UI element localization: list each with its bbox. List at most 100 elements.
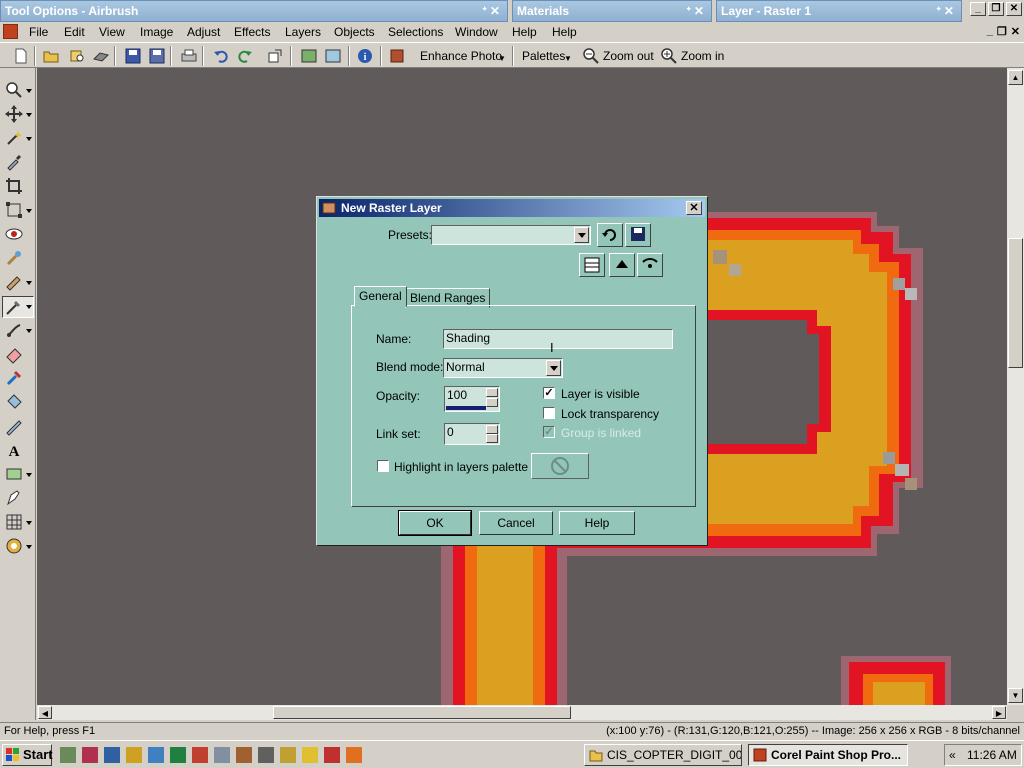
materials-palette-title[interactable]: Materials ᐩ✕ <box>512 0 712 22</box>
scroll-left-icon[interactable]: ◀ <box>38 706 52 719</box>
scan-icon[interactable] <box>92 47 110 65</box>
lock-transparency-checkbox[interactable] <box>543 407 555 419</box>
cancel-button[interactable]: Cancel <box>479 511 553 535</box>
palette-controls-icon[interactable]: ᐩ✕ <box>936 1 957 21</box>
quick-launch-icon-12[interactable] <box>302 747 318 763</box>
minimize-icon[interactable]: _ <box>970 2 986 16</box>
presets-dropdown-arrow-icon[interactable] <box>574 227 589 243</box>
dialog-title-bar[interactable]: New Raster Layer ✕ <box>319 199 705 217</box>
scroll-up-icon[interactable]: ▲ <box>1008 70 1023 85</box>
horizontal-scroll-thumb[interactable] <box>273 706 571 719</box>
zoom-tool-icon[interactable] <box>4 80 24 100</box>
palettes-arrow-icon[interactable]: ▼ <box>564 51 572 67</box>
restore-icon[interactable]: ❐ <box>988 2 1004 16</box>
scroll-down-icon[interactable]: ▼ <box>1008 688 1023 703</box>
print-icon[interactable] <box>180 47 198 65</box>
red-eye-icon[interactable] <box>4 224 24 244</box>
quick-launch-icon-13[interactable] <box>324 747 340 763</box>
close-icon[interactable]: ✕ <box>1006 2 1022 16</box>
layer-visible-checkbox[interactable]: ✓ <box>543 387 555 399</box>
open-folder-icon[interactable] <box>42 47 60 65</box>
enhance-photo-button[interactable]: Enhance Photo <box>420 48 502 64</box>
magic-wand-icon[interactable] <box>4 128 24 148</box>
opacity-input[interactable]: 100 <box>444 386 500 412</box>
quick-launch-icon-7[interactable] <box>192 747 208 763</box>
dialog-close-icon[interactable]: ✕ <box>686 201 702 215</box>
move-tool-icon[interactable] <box>4 104 24 124</box>
menu-edit[interactable]: Edit <box>62 23 87 41</box>
zoom-in-icon[interactable] <box>660 47 678 65</box>
menu-objects[interactable]: Objects <box>332 23 377 41</box>
vertical-scrollbar[interactable]: ▲ ▼ <box>1007 68 1024 705</box>
help-button[interactable]: Help <box>559 511 635 535</box>
blend-mode-dropdown[interactable]: Normal <box>443 358 563 378</box>
quick-launch-icon-11[interactable] <box>280 747 296 763</box>
dropper-icon[interactable] <box>4 152 24 172</box>
zoom-out-button[interactable]: Zoom out <box>603 48 654 64</box>
start-button[interactable]: Start <box>2 744 53 766</box>
adjust-icon[interactable] <box>300 47 318 65</box>
quick-launch-icon-10[interactable] <box>258 747 274 763</box>
vertical-scroll-thumb[interactable] <box>1008 238 1023 368</box>
menu-file[interactable]: File <box>27 23 50 41</box>
doc-restore-icon[interactable]: ❐ <box>997 25 1007 38</box>
menu-adjust[interactable]: Adjust <box>185 23 222 41</box>
clone-brush-icon[interactable] <box>4 248 24 268</box>
menu-help-2[interactable]: Help <box>550 23 579 41</box>
quick-launch-icon-9[interactable] <box>236 747 252 763</box>
horizontal-scrollbar[interactable]: ◀ ▶ <box>37 705 1007 720</box>
text-tool-icon[interactable]: A <box>4 440 24 460</box>
palette-controls-icon[interactable]: ᐩ✕ <box>482 1 503 21</box>
highlight-color-swatch[interactable] <box>531 453 589 479</box>
menu-help[interactable]: Help <box>510 23 539 41</box>
quick-launch-icon-2[interactable] <box>82 747 98 763</box>
browse-icon[interactable] <box>68 47 86 65</box>
effects-browser-icon[interactable] <box>324 47 342 65</box>
link-set-input[interactable]: 0 <box>444 423 500 445</box>
save-preset-button[interactable] <box>625 223 651 247</box>
doc-minimize-icon[interactable]: _ <box>987 25 993 38</box>
quick-launch-icon-14[interactable] <box>346 747 362 763</box>
menu-selections[interactable]: Selections <box>386 23 445 41</box>
proof-button[interactable] <box>609 253 635 277</box>
menu-window[interactable]: Window <box>453 23 500 41</box>
zoom-in-button[interactable]: Zoom in <box>681 48 724 64</box>
opacity-up-icon[interactable] <box>486 388 498 397</box>
opacity-down-icon[interactable] <box>486 398 498 407</box>
layout-button[interactable] <box>579 253 605 277</box>
eraser-icon[interactable] <box>4 344 24 364</box>
taskbar-task-folder[interactable]: CIS_COPTER_DIGIT_006 <box>584 744 742 766</box>
auto-proof-button[interactable] <box>637 253 663 277</box>
scratch-remover-icon[interactable] <box>4 272 24 292</box>
blend-mode-arrow-icon[interactable] <box>546 360 561 376</box>
zoom-out-icon[interactable] <box>582 47 600 65</box>
mesh-warp-icon[interactable] <box>4 512 24 532</box>
smudge-icon[interactable] <box>4 320 24 340</box>
link-set-up-icon[interactable] <box>486 425 498 434</box>
menu-effects[interactable]: Effects <box>232 23 272 41</box>
new-file-icon[interactable] <box>12 47 30 65</box>
color-replacer-icon[interactable] <box>4 368 24 388</box>
tool-options-palette-title[interactable]: Tool Options - Airbrush ᐩ✕ <box>0 0 508 22</box>
palette-controls-icon[interactable]: ᐩ✕ <box>686 1 707 21</box>
presets-dropdown[interactable] <box>431 225 591 245</box>
menu-image[interactable]: Image <box>138 23 175 41</box>
palettes-button[interactable]: Palettes <box>522 48 565 64</box>
doc-close-icon[interactable]: ✕ <box>1011 25 1020 38</box>
save-icon[interactable] <box>124 47 142 65</box>
tray-expand-icon[interactable]: « <box>949 745 956 765</box>
crop-icon[interactable] <box>4 176 24 196</box>
quick-launch-icon-1[interactable] <box>60 747 76 763</box>
name-input[interactable]: Shading <box>443 329 673 349</box>
enhance-photo-icon[interactable] <box>388 47 406 65</box>
rectangle-tool-icon[interactable] <box>4 464 24 484</box>
retouch-icon[interactable] <box>4 416 24 436</box>
picture-tube-icon[interactable] <box>4 536 24 556</box>
quick-launch-icon-4[interactable] <box>126 747 142 763</box>
taskbar-task-paintshop[interactable]: Corel Paint Shop Pro... <box>748 744 908 766</box>
menu-view[interactable]: View <box>97 23 127 41</box>
ok-button[interactable]: OK <box>398 510 472 536</box>
highlight-checkbox[interactable] <box>377 460 389 472</box>
scroll-right-icon[interactable]: ▶ <box>992 706 1006 719</box>
app-icon[interactable] <box>3 24 18 39</box>
